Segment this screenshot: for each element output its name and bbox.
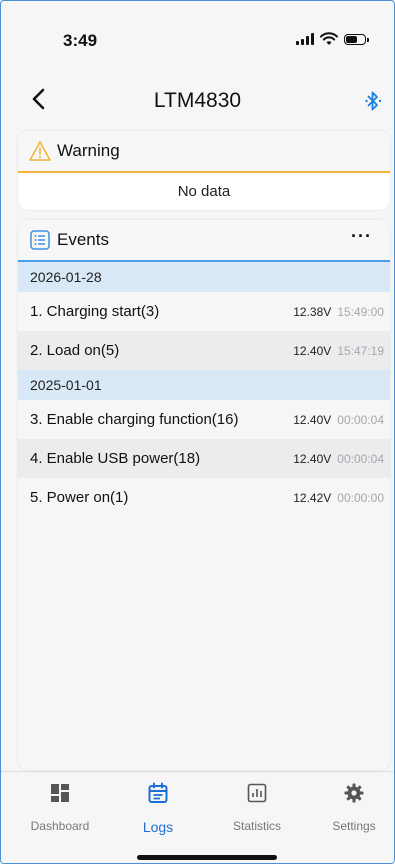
event-voltage: 12.42V xyxy=(293,490,332,505)
events-header: Events ··· xyxy=(18,220,390,262)
tab-label: Settings xyxy=(332,819,376,833)
tab-statistics[interactable]: Statistics xyxy=(212,782,302,833)
warning-card: Warning No data xyxy=(18,131,390,210)
event-time: 00:00:04 xyxy=(337,412,384,427)
status-bar: 3:49 xyxy=(1,1,394,73)
tab-label: Statistics xyxy=(232,819,281,833)
status-icons xyxy=(296,32,369,46)
phone-frame: 3:49 LTM4830 Warning No data Events ··· … xyxy=(0,0,395,864)
page-title: LTM4830 xyxy=(153,89,242,112)
event-row[interactable]: 5. Power on(1) 12.42V 00:00:00 xyxy=(18,478,390,517)
event-label: 3. Enable charging function(16) xyxy=(30,411,239,428)
event-voltage: 12.40V xyxy=(293,343,332,358)
calendar-icon xyxy=(148,782,168,803)
event-time: 00:00:00 xyxy=(337,490,384,505)
event-voltage: 12.38V xyxy=(293,304,332,319)
event-row[interactable]: 2. Load on(5) 12.40V 15:47:19 xyxy=(18,331,390,370)
event-label: 5. Power on(1) xyxy=(30,489,129,506)
event-row[interactable]: 4. Enable USB power(18) 12.40V 00:00:04 xyxy=(18,439,390,478)
tab-settings[interactable]: Settings xyxy=(309,782,394,833)
status-time: 3:49 xyxy=(63,31,98,50)
tab-label: Logs xyxy=(142,819,174,835)
dashboard-icon xyxy=(51,784,69,802)
more-options-button[interactable]: ··· xyxy=(351,226,372,247)
gear-icon xyxy=(344,783,364,803)
event-time: 00:00:04 xyxy=(337,451,384,466)
event-label: 2. Load on(5) xyxy=(30,342,120,359)
event-voltage: 12.40V xyxy=(293,412,332,427)
list-icon xyxy=(30,230,50,250)
navigation-bar: LTM4830 xyxy=(1,81,394,121)
events-card: Events ··· 2026-01-28 1. Charging start(… xyxy=(18,220,390,770)
event-label: 1. Charging start(3) xyxy=(30,303,160,320)
tab-dashboard[interactable]: Dashboard xyxy=(15,782,105,833)
date-group-header: 2026-01-28 xyxy=(18,262,390,292)
tab-bar: Dashboard Logs Statistics Settings xyxy=(1,771,394,863)
warning-triangle-icon xyxy=(29,141,51,161)
home-indicator xyxy=(137,855,277,860)
battery-icon xyxy=(344,33,369,45)
signal-icon xyxy=(296,33,314,45)
event-row[interactable]: 3. Enable charging function(16) 12.40V 0… xyxy=(18,400,390,439)
date-group-header: 2025-01-01 xyxy=(18,370,390,400)
warning-header: Warning xyxy=(18,131,390,173)
warning-title: Warning xyxy=(57,141,120,160)
chart-icon xyxy=(247,783,267,803)
warning-empty-text: No data xyxy=(177,183,231,200)
tab-label: Dashboard xyxy=(30,819,90,833)
tab-logs[interactable]: Logs xyxy=(113,782,203,835)
wifi-icon xyxy=(320,32,338,45)
event-voltage: 12.40V xyxy=(293,451,332,466)
events-title: Events xyxy=(57,230,109,249)
event-label: 4. Enable USB power(18) xyxy=(30,450,201,467)
event-row[interactable]: 1. Charging start(3) 12.38V 15:49:00 xyxy=(18,292,390,331)
bluetooth-icon[interactable] xyxy=(364,89,382,113)
event-time: 15:49:00 xyxy=(337,304,384,319)
event-time: 15:47:19 xyxy=(337,343,384,358)
